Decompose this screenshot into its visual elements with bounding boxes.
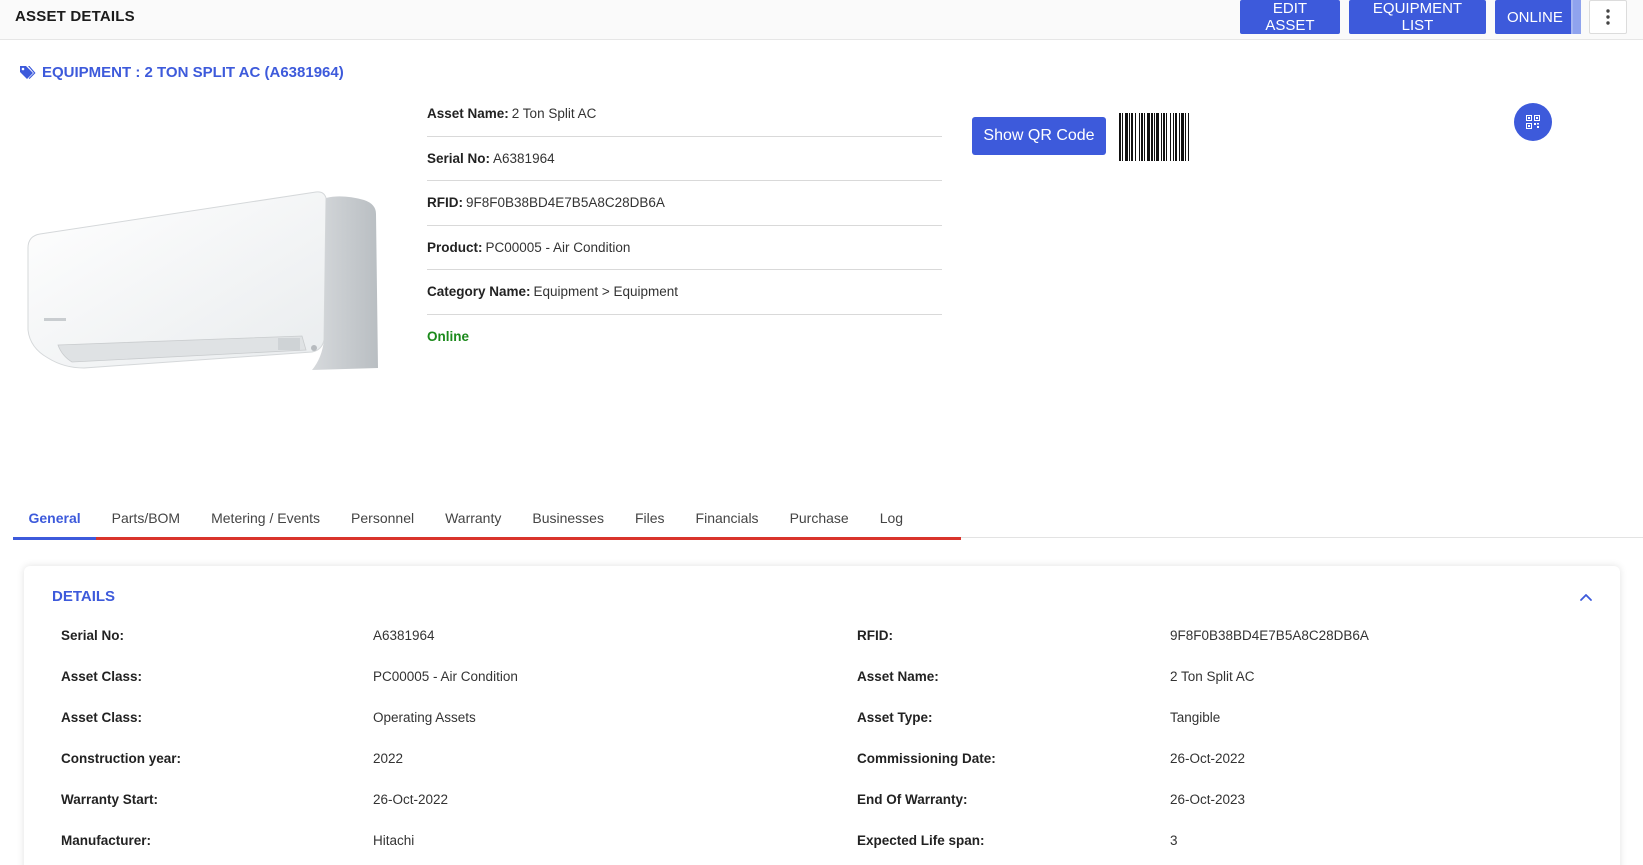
detail-value: 3 (1170, 833, 1178, 848)
show-qr-code-button[interactable]: Show QR Code (972, 117, 1106, 155)
detail-label: RFID: (857, 628, 893, 643)
details-title: DETAILS (52, 588, 116, 605)
equipment-image (27, 191, 378, 370)
info-row: Asset Name: 2 Ton Split AC (427, 92, 942, 137)
info-row: Product: PC00005 - Air Condition (427, 226, 942, 270)
detail-value: A6381964 (373, 628, 435, 643)
equipment-list-button[interactable]: EQUIPMENT LIST (1349, 0, 1486, 34)
tab-personnel[interactable]: Personnel (336, 498, 430, 537)
tab-parts-bom[interactable]: Parts/BOM (96, 498, 195, 537)
detail-label: Commissioning Date: (857, 751, 996, 766)
qr-code-icon (1526, 115, 1540, 129)
detail-value: 26-Oct-2022 (373, 792, 449, 807)
tab-purchase[interactable]: Purchase (774, 498, 864, 537)
chevron-up-icon[interactable] (1576, 587, 1596, 607)
tab-divider (961, 537, 1643, 538)
detail-label: Asset Name: (857, 669, 939, 684)
detail-label: Asset Class: (61, 710, 143, 725)
details-row: Asset Class: PC00005 - Air Condition Asset… (61, 656, 1561, 697)
equipment-info-list: Asset Name: 2 Ton Split AC Serial No: A638… (427, 92, 942, 359)
online-status-label: ONLINE (1507, 8, 1563, 26)
top-bar: ASSET DETAILS EDIT ASSET EQUIPMENT LIST … (0, 0, 1643, 40)
barcode-image (1119, 113, 1189, 161)
status-text: Online (427, 329, 470, 344)
info-row: RFID: 9F8F0B38BD4E7B5A8C28DB6A (427, 181, 942, 226)
tab-bar: General Parts/BOM Metering / Events Personn… (13, 498, 961, 540)
details-row: Construction year: 2022 Commissioning Date… (61, 738, 1561, 779)
kebab-vertical-icon (1606, 9, 1610, 25)
tab-warranty[interactable]: Warranty (430, 498, 517, 537)
detail-label: Manufacturer: (61, 833, 152, 848)
info-value: 9F8F0B38BD4E7B5A8C28DB6A (466, 195, 665, 211)
detail-value: 2022 (373, 751, 404, 766)
details-card: DETAILS Serial No: A6381964 RFID: 9F8F0B38B… (24, 566, 1620, 865)
info-row: Category Name: Equipment > Equipment (427, 270, 942, 315)
info-row: Serial No: A6381964 (427, 137, 942, 181)
detail-value: 26-Oct-2023 (1170, 792, 1246, 807)
tag-icon (20, 66, 36, 79)
info-value: A6381964 (493, 150, 555, 166)
info-label: RFID: (427, 195, 463, 211)
detail-label: End Of Warranty: (857, 792, 968, 807)
tab-log[interactable]: Log (864, 498, 918, 537)
tab-general[interactable]: General (13, 498, 97, 540)
online-status-button[interactable]: ONLINE (1495, 0, 1581, 34)
detail-value: 9F8F0B38BD4E7B5A8C28DB6A (1170, 628, 1369, 643)
equipment-heading: EQUIPMENT : 2 TON SPLIT AC (A6381964) (19, 64, 344, 81)
info-label: Serial No: (427, 150, 491, 166)
detail-label: Construction year: (61, 751, 182, 766)
tab-metering-events[interactable]: Metering / Events (196, 498, 336, 537)
detail-label: Asset Type: (857, 710, 933, 725)
online-toggle-handle[interactable] (1571, 0, 1581, 34)
details-row: Manufacturer: Hitachi Expected Life span: 3 (61, 820, 1561, 861)
page-title: ASSET DETAILS (15, 8, 135, 25)
details-row: Serial No: A6381964 RFID: 9F8F0B38BD4E7B5A8… (61, 615, 1561, 656)
tab-files[interactable]: Files (619, 498, 680, 537)
info-label: Category Name: (427, 284, 531, 300)
more-options-button[interactable] (1589, 0, 1627, 34)
tab-businesses[interactable]: Businesses (517, 498, 620, 537)
detail-value: 26-Oct-2022 (1170, 751, 1246, 766)
detail-label: Serial No: (61, 628, 125, 643)
info-label: Product: (427, 239, 483, 255)
detail-label: Expected Life span: (857, 833, 985, 848)
detail-label: Asset Class: (61, 669, 143, 684)
detail-value: Hitachi (373, 833, 415, 848)
details-row: Asset Class: Operating Assets Asset Type: T… (61, 697, 1561, 738)
detail-label: Warranty Start: (61, 792, 159, 807)
edit-asset-button[interactable]: EDIT ASSET (1240, 0, 1340, 34)
info-label: Asset Name: (427, 106, 509, 122)
detail-value: 2 Ton Split AC (1170, 669, 1255, 684)
tab-financials[interactable]: Financials (680, 498, 774, 537)
detail-value: Operating Assets (373, 710, 476, 725)
detail-value: Tangible (1170, 710, 1221, 725)
equipment-heading-text: EQUIPMENT : 2 TON SPLIT AC (A6381964) (42, 64, 344, 81)
details-grid: Serial No: A6381964 RFID: 9F8F0B38BD4E7B5A8… (61, 615, 1561, 861)
qr-code-button[interactable] (1514, 103, 1552, 141)
info-value: PC00005 - Air Condition (485, 239, 631, 255)
details-row: Warranty Start: 26-Oct-2022 End Of Warrant… (61, 779, 1561, 820)
info-value: Equipment > Equipment (533, 284, 678, 300)
detail-value: PC00005 - Air Condition (373, 669, 518, 684)
info-value: 2 Ton Split AC (511, 106, 597, 122)
